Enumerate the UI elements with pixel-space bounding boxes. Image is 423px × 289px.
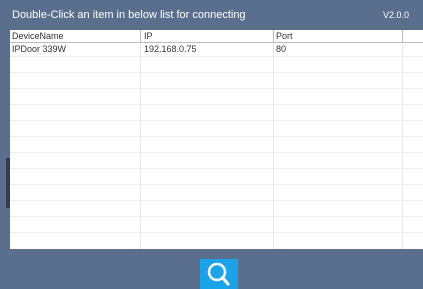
grid-line [10, 200, 423, 201]
column-header-ip[interactable]: IP [144, 30, 272, 43]
grid-line [10, 136, 423, 137]
grid-line [10, 88, 423, 89]
grid-line [10, 184, 423, 185]
grid-line [10, 152, 423, 153]
column-header-devicename[interactable]: DeviceName [12, 30, 138, 43]
search-icon [207, 262, 230, 286]
device-ip-cell: 192.168.0.75 [144, 44, 197, 54]
grid-line [10, 216, 423, 217]
grid-line [10, 56, 423, 57]
grid-line [10, 72, 423, 73]
title-bar: Double-Click an item in below list for c… [0, 0, 423, 30]
column-separator[interactable] [140, 30, 141, 43]
device-row[interactable]: IPDoor 339W 192.168.0.75 80 [10, 43, 423, 56]
column-separator[interactable] [273, 30, 274, 43]
device-name-cell: IPDoor 339W [12, 44, 67, 54]
grid-line [10, 104, 423, 105]
device-port-cell: 80 [276, 44, 287, 54]
version-label: V2.0.0 [382, 10, 409, 20]
list-header: DeviceName IP Port [10, 30, 423, 43]
grid-line [10, 168, 423, 169]
column-separator[interactable] [402, 30, 403, 43]
grid-line [10, 120, 423, 121]
left-edge [0, 30, 10, 249]
column-header-port[interactable]: Port [276, 30, 396, 43]
search-button[interactable] [200, 259, 238, 289]
device-list[interactable]: DeviceName IP Port IPDoor 339W 192.168.0… [10, 30, 423, 249]
grid-line [10, 232, 423, 233]
instruction-text: Double-Click an item in below list for c… [12, 9, 246, 21]
